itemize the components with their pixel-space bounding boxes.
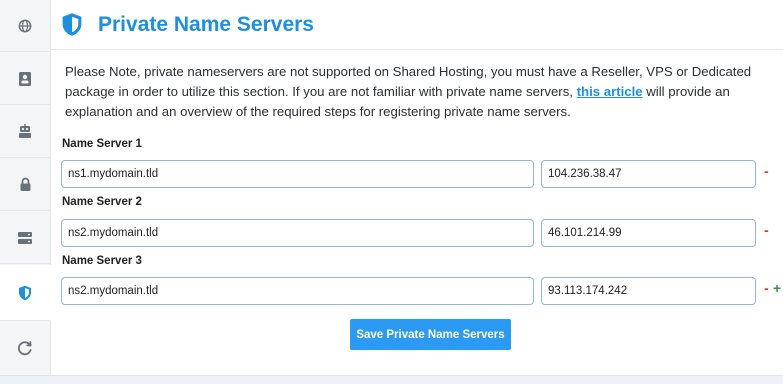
sidebar-item-robot[interactable]: [0, 106, 50, 158]
page-title: Private Name Servers: [98, 13, 314, 36]
name-server-1-hostname-input[interactable]: [61, 160, 534, 188]
name-server-1-label: Name Server 1: [62, 138, 142, 150]
shield-icon: [62, 13, 82, 36]
sidebar: [0, 0, 51, 384]
sidebar-item-globe[interactable]: [0, 0, 50, 52]
shield-icon: [19, 285, 31, 300]
lock-icon: [20, 177, 30, 191]
article-link[interactable]: this article: [577, 84, 643, 99]
globe-icon: [18, 19, 32, 32]
sidebar-item-contact[interactable]: [0, 53, 50, 105]
server-icon: [18, 231, 32, 244]
sidebar-item-private-name-servers[interactable]: [0, 265, 51, 321]
notice-text: Please Note, private nameservers are not…: [65, 62, 777, 122]
sidebar-item-refresh[interactable]: [0, 321, 50, 376]
robot-icon: [19, 124, 31, 138]
footer-strip: [0, 375, 783, 384]
sidebar-item-server[interactable]: [0, 212, 50, 264]
remove-name-server-2-button[interactable]: -: [764, 222, 769, 238]
title-divider: [50, 49, 783, 50]
name-server-1-ip-input[interactable]: [541, 160, 756, 188]
sidebar-item-lock[interactable]: [0, 159, 50, 211]
name-server-2-hostname-input[interactable]: [61, 219, 534, 247]
name-server-3-label: Name Server 3: [62, 255, 142, 267]
add-name-server-button[interactable]: +: [773, 280, 781, 296]
refresh-icon: [17, 341, 32, 356]
name-server-2-label: Name Server 2: [62, 196, 142, 208]
remove-name-server-3-button[interactable]: -: [764, 280, 769, 296]
name-server-3-ip-input[interactable]: [541, 277, 756, 305]
contact-card-icon: [19, 71, 31, 86]
save-private-name-servers-button[interactable]: Save Private Name Servers: [350, 319, 511, 350]
name-server-3-hostname-input[interactable]: [61, 277, 534, 305]
remove-name-server-1-button[interactable]: -: [764, 163, 769, 179]
name-server-2-ip-input[interactable]: [541, 219, 756, 247]
